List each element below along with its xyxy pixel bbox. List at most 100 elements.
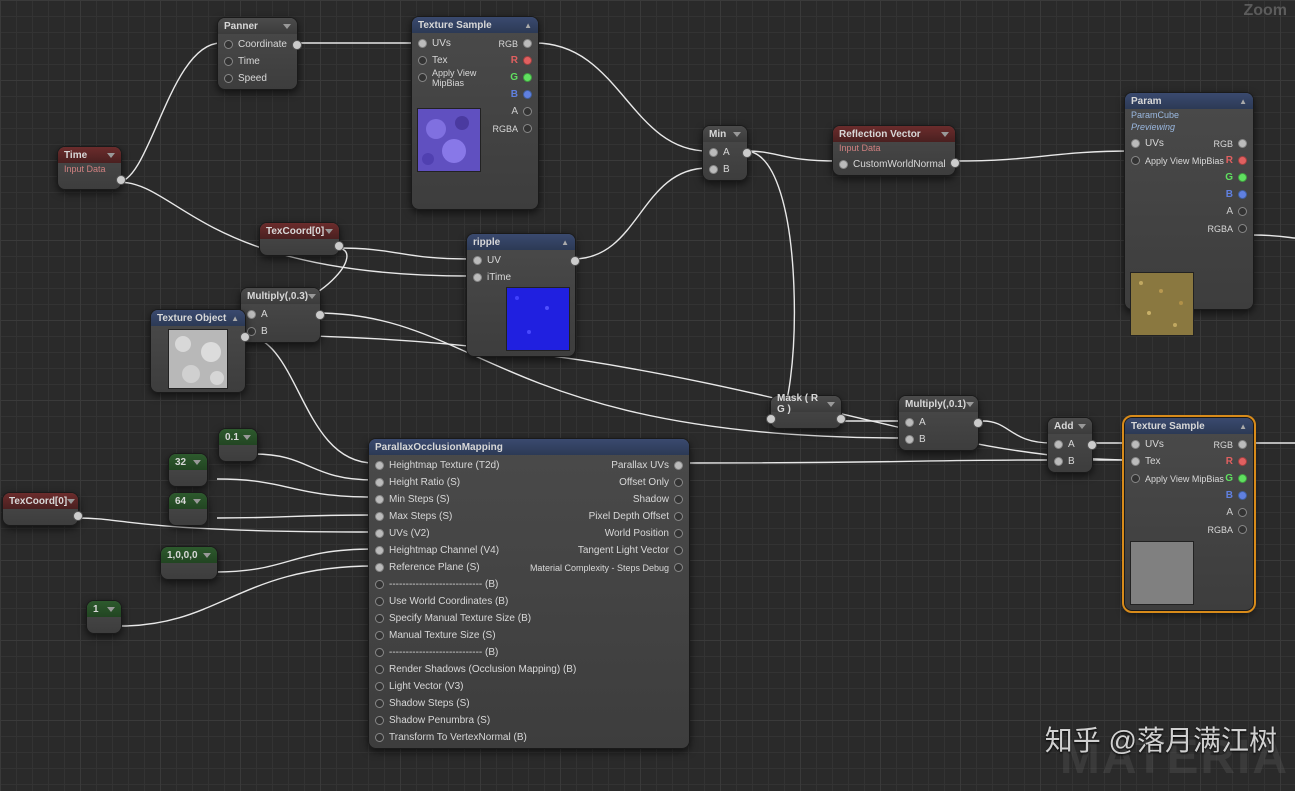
- pom-i3[interactable]: Min Steps (S): [389, 494, 450, 505]
- pin-ts2-g[interactable]: G: [1225, 473, 1233, 484]
- node-reflection-vector[interactable]: Reflection Vector Input Data CustomWorld…: [832, 125, 956, 176]
- pom-o1[interactable]: Parallax UVs: [611, 460, 669, 471]
- pin-add-b[interactable]: B: [1068, 456, 1075, 467]
- node-texture-object[interactable]: Texture Object▲: [150, 309, 246, 393]
- pin-ts2-rgb[interactable]: RGB: [1213, 440, 1233, 450]
- pin-param-uvs[interactable]: UVs: [1145, 138, 1164, 149]
- ripple-title: ripple: [473, 237, 500, 248]
- node-const-01[interactable]: 0.1: [218, 428, 258, 462]
- pin-coordinate[interactable]: Coordinate: [238, 39, 287, 50]
- pin-min-a[interactable]: A: [723, 147, 730, 158]
- pom-o2[interactable]: Offset Only: [619, 477, 669, 488]
- pom-i14[interactable]: Light Vector (V3): [389, 681, 463, 692]
- pin-min-b[interactable]: B: [723, 164, 730, 175]
- node-multiply-03[interactable]: Multiply(,0.3) A B: [240, 287, 321, 343]
- node-const-1[interactable]: 1: [86, 600, 122, 634]
- pin-param-b[interactable]: B: [1226, 189, 1233, 200]
- param-sub1: ParamCube: [1125, 109, 1253, 121]
- node-const-v4[interactable]: 1,0,0,0: [160, 546, 218, 580]
- texture-preview-purple: [417, 108, 481, 172]
- pin-param-rgba[interactable]: RGBA: [1207, 224, 1233, 234]
- pin-ts2-tex[interactable]: Tex: [1145, 456, 1161, 467]
- pin-b[interactable]: B: [511, 89, 518, 100]
- pom-i9[interactable]: Use World Coordinates (B): [389, 596, 508, 607]
- pom-i10[interactable]: Specify Manual Texture Size (B): [389, 613, 531, 624]
- const-v4: 1,0,0,0: [167, 550, 198, 561]
- pin-param-g[interactable]: G: [1225, 172, 1233, 183]
- refl-title: Reflection Vector: [839, 129, 921, 140]
- pin-ts2-b[interactable]: B: [1226, 490, 1233, 501]
- pom-o3[interactable]: Shadow: [633, 494, 669, 505]
- pin-speed[interactable]: Speed: [238, 73, 267, 84]
- const-64: 64: [175, 496, 186, 507]
- pom-o4[interactable]: Pixel Depth Offset: [589, 511, 669, 522]
- pin-time[interactable]: Time: [238, 56, 260, 67]
- node-multiply-01[interactable]: Multiply(,0.1) A B: [898, 395, 979, 451]
- pin-param-rgb[interactable]: RGB: [1213, 139, 1233, 149]
- node-texture-sample-1[interactable]: Texture Sample▲ UVsRGB TexR Apply View M…: [411, 16, 539, 210]
- pin-uvs[interactable]: UVs: [432, 38, 451, 49]
- pin-rgba[interactable]: RGBA: [492, 124, 518, 134]
- texture-preview-flat-gray: [1130, 541, 1194, 605]
- node-const-64[interactable]: 64: [168, 492, 208, 526]
- pin-add-a[interactable]: A: [1068, 439, 1075, 450]
- pom-i12[interactable]: ---------------------------- (B): [389, 647, 498, 658]
- pom-i1[interactable]: Heightmap Texture (T2d): [389, 460, 499, 471]
- texsample2-title: Texture Sample: [1131, 421, 1205, 432]
- pom-i16[interactable]: Shadow Penumbra (S): [389, 715, 490, 726]
- pom-i17[interactable]: Transform To VertexNormal (B): [389, 732, 527, 743]
- pom-i11[interactable]: Manual Texture Size (S): [389, 630, 496, 641]
- pin-g[interactable]: G: [510, 72, 518, 83]
- pom-i13[interactable]: Render Shadows (Occlusion Mapping) (B): [389, 664, 576, 675]
- pin-ripple-uv[interactable]: UV: [487, 255, 501, 266]
- pom-o6[interactable]: Tangent Light Vector: [578, 545, 669, 556]
- mult03-title: Multiply(,0.3): [247, 291, 308, 302]
- pin-param-r[interactable]: R: [1226, 155, 1233, 166]
- pin-mult03-a[interactable]: A: [261, 309, 268, 320]
- pin-mipbias[interactable]: Apply View MipBias: [432, 68, 510, 88]
- min-title: Min: [709, 129, 726, 140]
- pin-param-mip[interactable]: Apply View MipBias: [1145, 156, 1224, 166]
- node-panner[interactable]: Panner Coordinate Time Speed: [217, 17, 298, 90]
- pin-mult01-a[interactable]: A: [919, 417, 926, 428]
- node-add[interactable]: Add A B: [1047, 417, 1093, 473]
- pom-i6[interactable]: Heightmap Channel (V4): [389, 545, 499, 556]
- pin-mult03-b[interactable]: B: [261, 326, 268, 337]
- pin-ts2-r[interactable]: R: [1226, 456, 1233, 467]
- pin-ts2-mip[interactable]: Apply View MipBias: [1145, 474, 1224, 484]
- pin-ts2-rgba[interactable]: RGBA: [1207, 525, 1233, 535]
- pin-param-a[interactable]: A: [1226, 206, 1233, 217]
- pom-i4[interactable]: Max Steps (S): [389, 511, 452, 522]
- pom-i8[interactable]: ---------------------------- (B): [389, 579, 498, 590]
- pom-i7[interactable]: Reference Plane (S): [389, 562, 480, 573]
- pom-o5[interactable]: World Position: [605, 528, 669, 539]
- node-param[interactable]: Param▲ ParamCube Previewing UVsRGB Apply…: [1124, 92, 1254, 310]
- node-min[interactable]: Min A B: [702, 125, 748, 181]
- texcoord2-title: TexCoord[0]: [9, 496, 67, 507]
- pom-o7[interactable]: Material Complexity - Steps Debug: [530, 563, 669, 573]
- node-mask[interactable]: Mask ( R G ): [770, 395, 842, 429]
- node-pom[interactable]: ParallaxOcclusionMapping Heightmap Textu…: [368, 438, 690, 749]
- pin-ripple-itime[interactable]: iTime: [487, 272, 511, 283]
- pom-i2[interactable]: Height Ratio (S): [389, 477, 460, 488]
- node-time[interactable]: Time Input Data: [57, 146, 122, 190]
- node-texture-sample-2[interactable]: Texture Sample▲ UVsRGB TexR Apply View M…: [1124, 417, 1254, 611]
- pin-a[interactable]: A: [511, 106, 518, 117]
- param-sub2: Previewing: [1125, 121, 1253, 133]
- node-texcoord-1[interactable]: TexCoord[0]: [259, 222, 340, 256]
- pin-mult01-b[interactable]: B: [919, 434, 926, 445]
- refl-sub: Input Data: [833, 142, 955, 154]
- node-ripple[interactable]: ripple▲ UV iTime: [466, 233, 576, 357]
- node-texcoord-2[interactable]: TexCoord[0]: [2, 492, 79, 526]
- pin-customnormal[interactable]: CustomWorldNormal: [853, 159, 946, 170]
- pom-i15[interactable]: Shadow Steps (S): [389, 698, 470, 709]
- pin-rgb[interactable]: RGB: [498, 39, 518, 49]
- pin-ts2-a[interactable]: A: [1226, 507, 1233, 518]
- texture-preview-blue: [506, 287, 570, 351]
- pom-i5[interactable]: UVs (V2): [389, 528, 430, 539]
- node-const-32[interactable]: 32: [168, 453, 208, 487]
- pin-ts2-uvs[interactable]: UVs: [1145, 439, 1164, 450]
- pin-r[interactable]: R: [511, 55, 518, 66]
- time-title: Time: [64, 150, 87, 161]
- pin-tex[interactable]: Tex: [432, 55, 448, 66]
